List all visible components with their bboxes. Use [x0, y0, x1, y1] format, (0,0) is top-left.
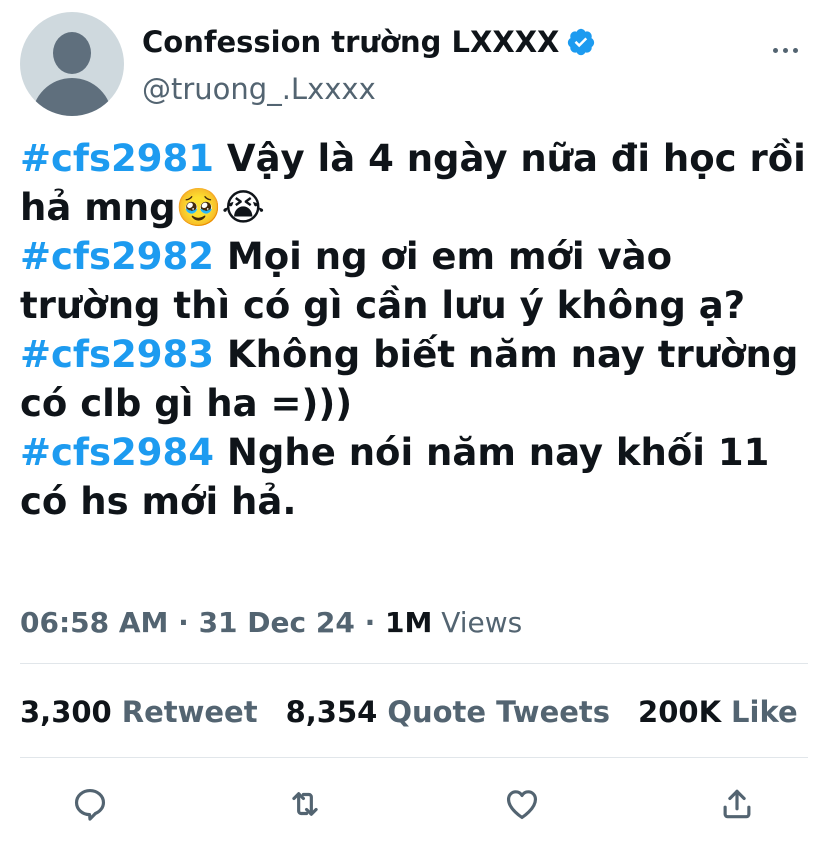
- hashtag-link[interactable]: #cfs2982: [20, 235, 214, 278]
- quotes-stat[interactable]: 8,354 Quote Tweets: [286, 695, 610, 729]
- more-dots-icon: [782, 47, 788, 53]
- tweet-text: #cfs2981 Vậy là 4 ngày nữa đi học rồi hả…: [20, 134, 820, 526]
- more-dots-icon: [792, 47, 798, 53]
- likes-stat[interactable]: 200K Like: [638, 695, 798, 729]
- hashtag-link[interactable]: #cfs2984: [20, 431, 214, 474]
- verified-badge-icon: [568, 28, 595, 56]
- tweet-line: #cfs2983 Không biết năm nay trường: [20, 330, 820, 379]
- avatar-default-head: [53, 32, 91, 74]
- name-row: Confession trường LXXXX: [142, 22, 596, 62]
- quotes-label: Quote Tweets: [387, 695, 611, 729]
- tweet-header: Confession trường LXXXX @truong_.Lxxxx: [20, 12, 810, 116]
- tweet-line-text: Mọi ng ơi em mới vào: [214, 235, 672, 278]
- tweet-line-text: hả mng🥹😭: [20, 186, 265, 229]
- tweet-line-text: có hs mới hả.: [20, 480, 297, 523]
- tweet-line-text: Nghe nói năm nay khối 11: [214, 431, 770, 474]
- likes-label: Like: [731, 695, 798, 729]
- more-dots-icon: [772, 47, 778, 53]
- more-options-button[interactable]: [770, 38, 800, 62]
- retweets-label: Retweet: [121, 695, 258, 729]
- tweet-line-text: trường thì có gì cần lưu ý không ạ?: [20, 284, 746, 327]
- share-button[interactable]: [717, 784, 757, 824]
- display-name[interactable]: Confession trường LXXXX: [142, 25, 559, 59]
- retweets-count: 3,300: [20, 695, 112, 729]
- tweet-line: có hs mới hả.: [20, 477, 820, 526]
- retweet-icon: [292, 792, 318, 816]
- quotes-count: 8,354: [285, 695, 378, 729]
- reply-button[interactable]: [70, 784, 110, 824]
- tweet-line: #cfs2982 Mọi ng ơi em mới vào: [20, 232, 820, 281]
- tweet-line: trường thì có gì cần lưu ý không ạ?: [20, 281, 820, 330]
- tweet-line: có clb gì ha =))): [20, 379, 820, 428]
- hashtag-link[interactable]: #cfs2981: [20, 137, 214, 180]
- tweet-line: #cfs2981 Vậy là 4 ngày nữa đi học rồi: [20, 134, 820, 183]
- tweet-line-text: có clb gì ha =))): [20, 382, 353, 425]
- avatar-default-body: [32, 78, 112, 116]
- tweet-meta: 06:58 AM · 31 Dec 24 · 1M Views: [20, 600, 522, 644]
- reply-icon: [74, 788, 106, 821]
- share-icon: [723, 789, 751, 819]
- tweet-line-text: Không biết năm nay trường: [214, 333, 799, 376]
- tweet-date[interactable]: 31 Dec 24: [199, 606, 355, 639]
- avatar[interactable]: [20, 12, 124, 116]
- retweets-stat[interactable]: 3,300 Retweet: [20, 695, 258, 729]
- views-label: Views: [432, 605, 523, 639]
- meta-separator: ·: [354, 605, 385, 639]
- action-bar: [20, 780, 808, 832]
- divider: [20, 663, 808, 664]
- engagement-stats: 3,300 Retweet 8,354 Quote Tweets 200K Li…: [20, 690, 826, 734]
- account-handle[interactable]: @truong_.Lxxxx: [142, 72, 376, 106]
- meta-separator: ·: [168, 605, 199, 639]
- likes-count: 200K: [638, 695, 722, 729]
- views-count: 1M: [384, 605, 433, 639]
- retweet-button[interactable]: [285, 784, 325, 824]
- divider: [20, 757, 808, 758]
- like-button[interactable]: [502, 784, 542, 824]
- tweet-line: #cfs2984 Nghe nói năm nay khối 11: [20, 428, 820, 477]
- hashtag-link[interactable]: #cfs2983: [20, 333, 214, 376]
- tweet-time[interactable]: 06:58 AM: [20, 606, 168, 639]
- tweet-line: hả mng🥹😭: [20, 183, 820, 232]
- tweet-line-text: Vậy là 4 ngày nữa đi học rồi: [214, 137, 806, 180]
- heart-icon: [506, 790, 538, 820]
